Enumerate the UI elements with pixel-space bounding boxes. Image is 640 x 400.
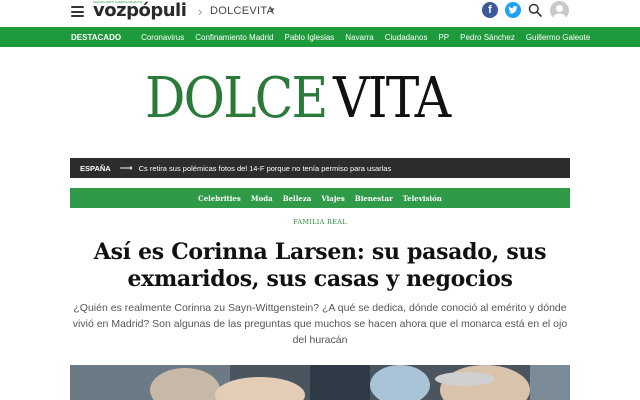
top-header: PERIODISMO INDEPENDIENTE vozpópuli › DOL… xyxy=(0,0,640,27)
ticker-section: ESPAÑA xyxy=(80,163,111,173)
dolcevita-logo[interactable]: DOLCE VITA xyxy=(145,68,495,130)
article-photo xyxy=(70,365,570,400)
section-nav-item[interactable]: Belleza xyxy=(283,194,312,203)
twitter-icon[interactable] xyxy=(505,2,521,18)
article-lead: ¿Quién es realmente Corinna zu Sayn-Witt… xyxy=(72,302,568,346)
ticker-headline[interactable]: Cs retira sus polémicas fotos del 14-F p… xyxy=(139,164,392,173)
user-avatar-icon[interactable] xyxy=(550,1,569,20)
nav-featured-label: DESTACADO xyxy=(71,32,122,42)
section-nav-item[interactable]: Celebrities xyxy=(198,194,241,203)
nav-item[interactable]: Guillermo Galeote xyxy=(526,33,590,42)
facebook-icon[interactable]: f xyxy=(482,2,498,18)
article-title: Así es Corinna Larsen: su pasado, sus ex… xyxy=(93,239,547,292)
chevron-down-icon[interactable]: ▼ xyxy=(268,6,276,15)
section-nav-item[interactable]: Bienestar xyxy=(355,194,393,203)
nav-item[interactable]: Ciudadanos xyxy=(385,33,428,42)
nav-item[interactable]: Coronavirus xyxy=(141,33,184,42)
section-nav: Celebrities Moda Belleza Viajes Bienesta… xyxy=(70,188,570,208)
menu-icon[interactable] xyxy=(71,6,84,17)
nav-item[interactable]: Confinamiento Madrid xyxy=(195,33,273,42)
nav-item[interactable]: Pablo Iglesias xyxy=(284,33,334,42)
breadcrumb-separator: › xyxy=(198,4,203,19)
nav-item[interactable]: Navarra xyxy=(345,33,373,42)
breadcrumb-section[interactable]: DOLCEVITA xyxy=(210,5,274,17)
section-nav-item[interactable]: Moda xyxy=(251,194,273,203)
section-nav-item[interactable]: Televisión xyxy=(403,194,442,203)
dolcevita-logo-dolce: DOLCE xyxy=(145,66,328,131)
nav-item[interactable]: Pedro Sánchez xyxy=(460,33,515,42)
site-logo[interactable]: vozpópuli xyxy=(93,1,187,21)
arrow-right-icon: ⟶ xyxy=(119,162,133,173)
nav-item[interactable]: PP xyxy=(438,33,449,42)
search-icon[interactable] xyxy=(528,3,542,17)
section-nav-item[interactable]: Viajes xyxy=(321,194,344,203)
news-ticker[interactable]: ESPAÑA ⟶ Cs retira sus polémicas fotos d… xyxy=(70,158,570,178)
article-kicker[interactable]: FAMILIA REAL xyxy=(0,218,640,226)
trending-nav: DESTACADO Coronavirus Confinamiento Madr… xyxy=(0,27,640,47)
dolcevita-logo-vita: VITA xyxy=(333,66,451,131)
